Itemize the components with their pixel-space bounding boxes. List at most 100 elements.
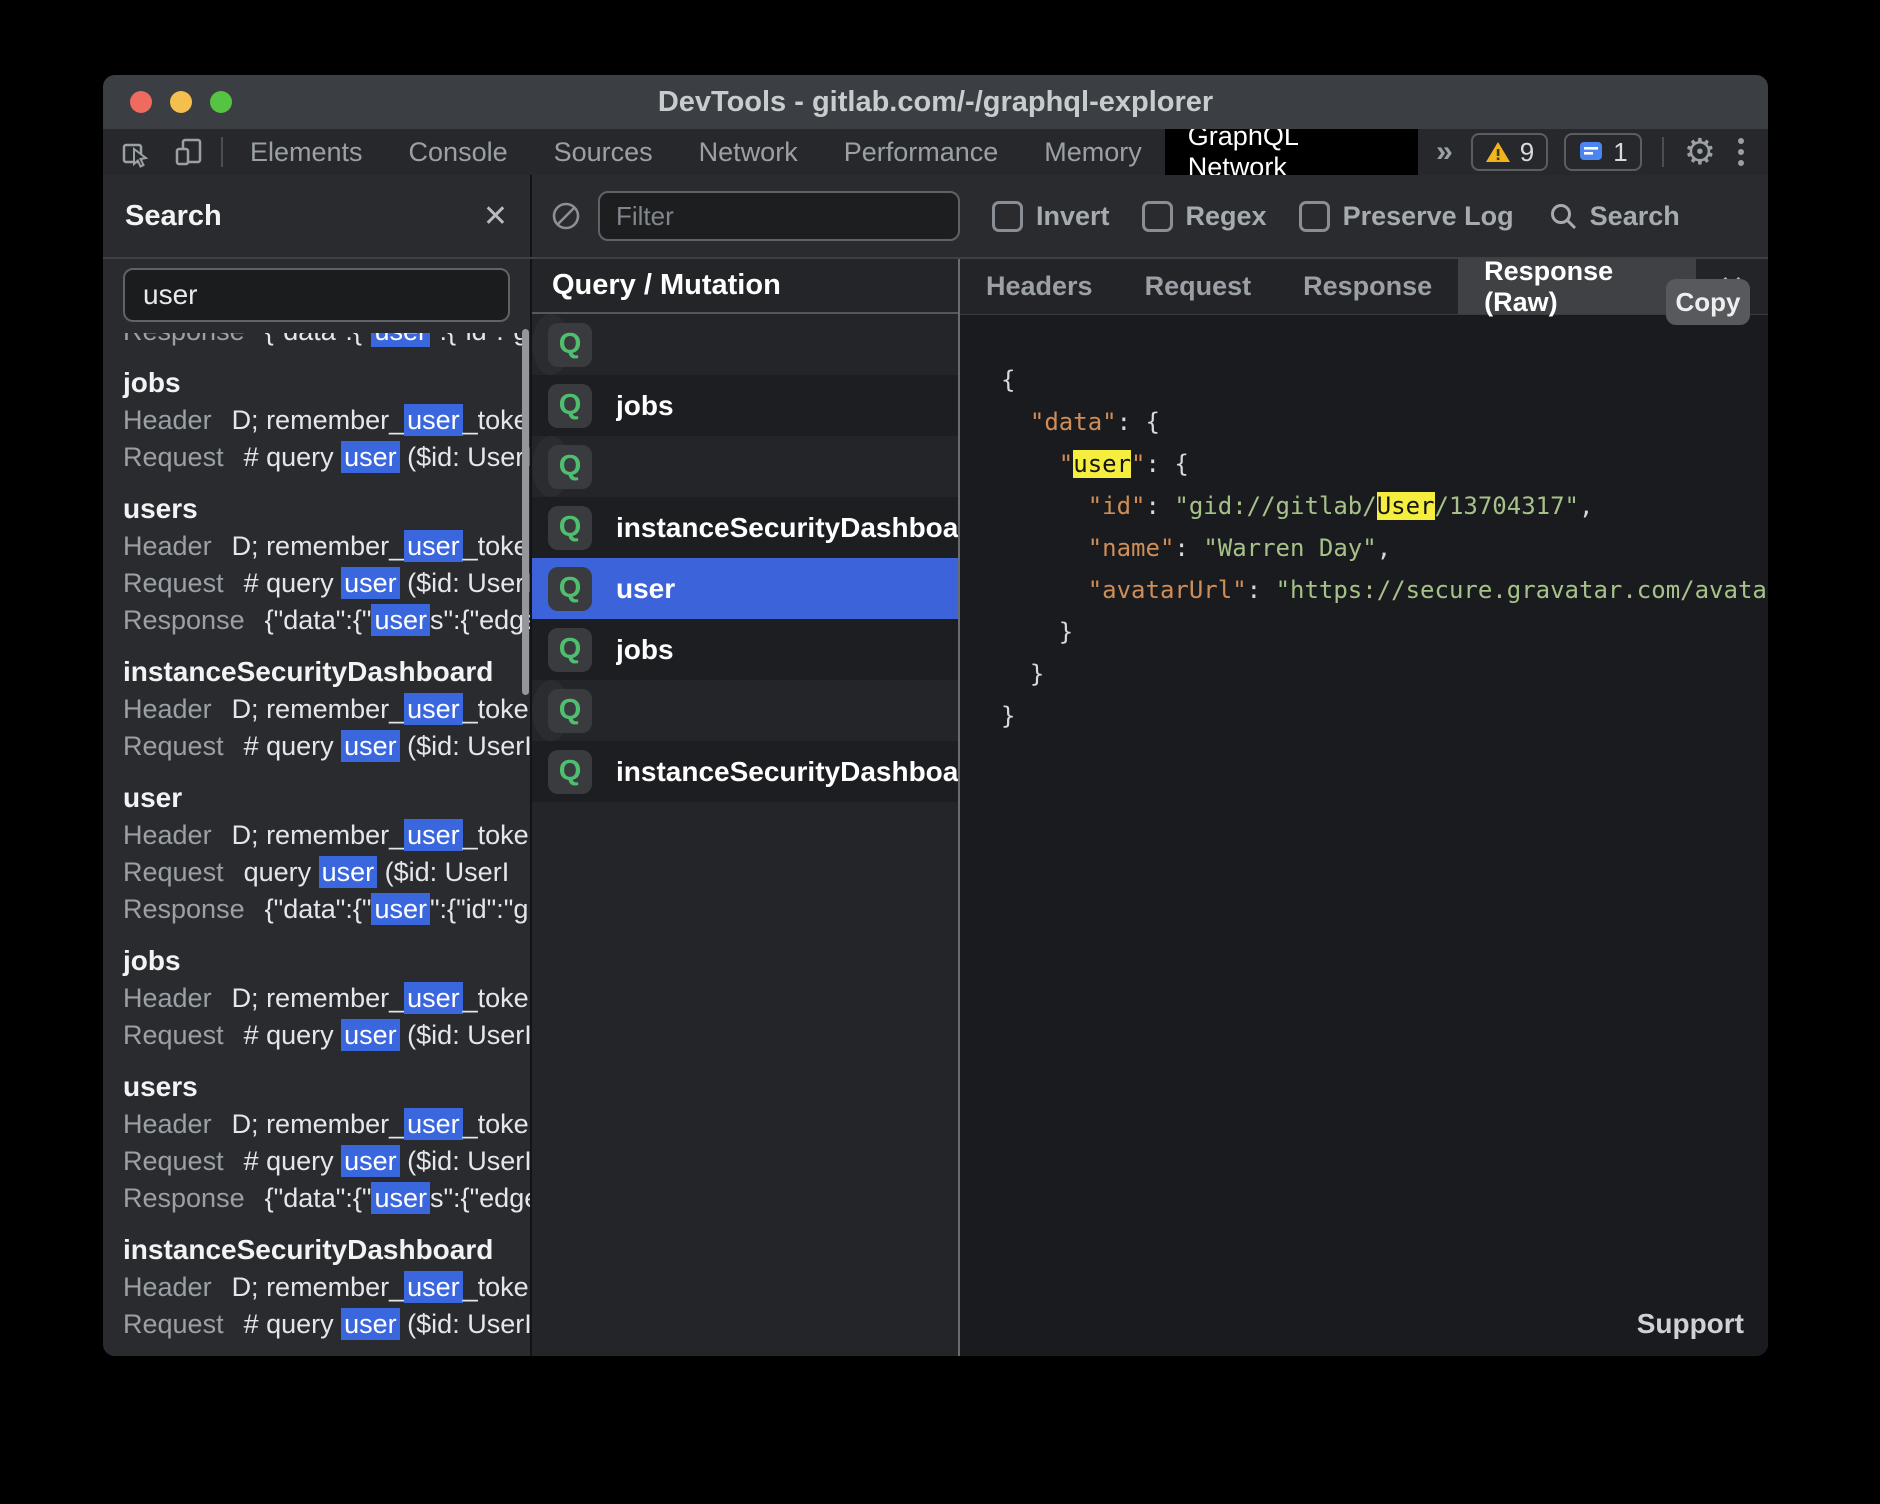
detail-tab-request[interactable]: Request [1119, 259, 1278, 314]
match-highlight: user [341, 567, 400, 599]
search-result-line[interactable]: HeaderD; remember_user_token=e [103, 528, 530, 565]
search-result-line[interactable]: Request# query user ($id: UserI [103, 1306, 530, 1343]
search-result-group-title[interactable]: instanceSecurityDashboard [103, 653, 530, 691]
result-text: {"data":{" [265, 1183, 372, 1213]
close-window-button[interactable] [130, 91, 152, 113]
search-result-line-content: {"data":{"users":{"edges [265, 1182, 530, 1214]
search-result-line[interactable]: HeaderD; remember_user_token=e [103, 1269, 530, 1306]
result-text: _token=e [463, 1272, 530, 1302]
issues-badge[interactable]: 1 [1564, 133, 1641, 171]
json-token: { [1174, 450, 1188, 478]
search-result-line[interactable]: Response{"data":{"users":{"edges [103, 602, 530, 639]
json-token: : [1146, 450, 1175, 478]
search-result-line-label: Request [123, 1020, 224, 1050]
search-result-line-content: # query user ($id: UserI [244, 1308, 530, 1340]
json-line: "user": { [1001, 443, 1768, 485]
search-result-line[interactable]: HeaderD; remember_user_token=e [103, 980, 530, 1017]
more-options-menu-icon[interactable] [1732, 138, 1750, 166]
warnings-badge[interactable]: 9 [1471, 133, 1548, 171]
query-list-item-jobs[interactable]: Qjobs [532, 619, 958, 680]
query-list-item-users[interactable]: Qusers [532, 680, 570, 741]
search-result-line[interactable]: Request# query user ($id: UserI [103, 1017, 530, 1054]
query-list-item-instancesecuritydashboard[interactable]: QinstanceSecurityDashboard [532, 497, 958, 558]
support-link[interactable]: Support [1637, 1308, 1744, 1340]
search-result-line-content: {"data":{"user":{"id":"gi [265, 333, 530, 347]
zoom-window-button[interactable] [210, 91, 232, 113]
search-panel-close-icon[interactable]: ✕ [483, 199, 508, 234]
search-result-line[interactable]: HeaderD; remember_user_token=e [103, 817, 530, 854]
search-result-line[interactable]: Response{"data":{"user":{"id":"gid [103, 891, 530, 928]
detail-tab-headers[interactable]: Headers [960, 259, 1119, 314]
toolbar-right-cluster: 9 1 ⚙ [1471, 129, 1768, 175]
query-name: user [616, 573, 675, 605]
result-text: # query [244, 1020, 342, 1050]
search-toggle-label: Search [1590, 201, 1680, 232]
preserve-log-checkbox[interactable]: Preserve Log [1299, 201, 1514, 232]
invert-checkbox-box[interactable] [992, 201, 1023, 232]
search-toggle[interactable]: Search [1548, 201, 1680, 232]
devtools-tab-sources[interactable]: Sources [531, 129, 676, 175]
devtools-tabs: ElementsConsoleSourcesNetworkPerformance… [227, 129, 1418, 175]
devtools-tab-network[interactable]: Network [676, 129, 821, 175]
match-highlight: user [404, 530, 463, 562]
warning-count: 9 [1520, 137, 1534, 168]
json-line: "name": "Warren Day", [1001, 527, 1768, 569]
query-list-item-user-selected[interactable]: Quser [532, 558, 958, 619]
inspect-element-icon[interactable] [119, 136, 151, 168]
search-result-line-content: query user ($id: UserI [244, 856, 510, 888]
query-list-item-jobs[interactable]: Qjobs [532, 375, 958, 436]
json-token [1001, 408, 1030, 436]
search-result-line[interactable]: Response{"data":{"user":{"id":"gi [103, 333, 530, 350]
regex-checkbox[interactable]: Regex [1142, 201, 1267, 232]
query-list-item-instancesecuritydashboard[interactable]: QinstanceSecurityDashboard [532, 741, 958, 802]
search-query-input[interactable] [123, 268, 510, 322]
json-token [1001, 450, 1059, 478]
match-highlight: user [319, 856, 378, 888]
devtools-tab-elements[interactable]: Elements [227, 129, 386, 175]
json-token [1001, 492, 1088, 520]
search-result-group-title[interactable]: users [103, 490, 530, 528]
result-text: # query [244, 568, 342, 598]
json-token: "avatarUrl" [1088, 576, 1247, 604]
detail-tab-response-raw[interactable]: Response (Raw) [1458, 259, 1696, 314]
devtools-tab-console[interactable]: Console [386, 129, 531, 175]
search-result-line[interactable]: Request# query user ($id: UserI [103, 1143, 530, 1180]
minimize-window-button[interactable] [170, 91, 192, 113]
search-results-scrollbar[interactable] [522, 329, 529, 695]
devtools-tab-memory[interactable]: Memory [1021, 129, 1165, 175]
search-result-group-title[interactable]: user [103, 779, 530, 817]
search-result-line[interactable]: Request# query user ($id: UserI [103, 728, 530, 765]
query-list-item-user[interactable]: Quser [532, 314, 570, 375]
search-result-group-title[interactable]: jobs [103, 364, 530, 402]
search-result-line[interactable]: Response{"data":{"users":{"edges [103, 1180, 530, 1217]
clear-filter-icon[interactable] [550, 200, 582, 232]
match-highlight: user [341, 1019, 400, 1051]
copy-button[interactable]: Copy [1666, 279, 1750, 325]
search-result-group: usersHeaderD; remember_user_token=eReque… [103, 1068, 530, 1217]
invert-checkbox[interactable]: Invert [992, 201, 1110, 232]
match-highlight: user [341, 1145, 400, 1177]
regex-checkbox-box[interactable] [1142, 201, 1173, 232]
devtools-tab-graphql-network[interactable]: GraphQL Network [1165, 129, 1418, 175]
more-tabs-chevron[interactable]: » [1418, 129, 1471, 175]
search-result-line[interactable]: Request# query user ($id: UserI [103, 439, 530, 476]
devtools-tab-performance[interactable]: Performance [821, 129, 1022, 175]
detail-tab-response[interactable]: Response [1277, 259, 1458, 314]
json-viewer: { "data": { "user": { "id": "gid://gitla… [960, 315, 1768, 1356]
search-result-group-title[interactable]: users [103, 1068, 530, 1106]
settings-gear-icon[interactable]: ⚙ [1684, 134, 1716, 170]
search-result-group-title[interactable]: instanceSecurityDashboard [103, 1231, 530, 1269]
result-text: ($id: UserI [400, 1146, 530, 1176]
query-list-item-users[interactable]: Qusers [532, 436, 570, 497]
json-line: "avatarUrl": "https://secure.gravatar.co… [1001, 569, 1768, 611]
search-result-line[interactable]: Request# query user ($id: UserI [103, 565, 530, 602]
search-result-group-title[interactable]: jobs [103, 942, 530, 980]
search-result-line[interactable]: HeaderD; remember_user_token=e [103, 402, 530, 439]
filter-input[interactable] [598, 191, 960, 241]
search-result-line[interactable]: HeaderD; remember_user_token=e [103, 1106, 530, 1143]
device-toolbar-icon[interactable] [173, 136, 205, 168]
search-result-line[interactable]: HeaderD; remember_user_token=e [103, 691, 530, 728]
json-line: } [1001, 653, 1768, 695]
search-result-line[interactable]: Requestquery user ($id: UserI [103, 854, 530, 891]
preserve-log-checkbox-box[interactable] [1299, 201, 1330, 232]
